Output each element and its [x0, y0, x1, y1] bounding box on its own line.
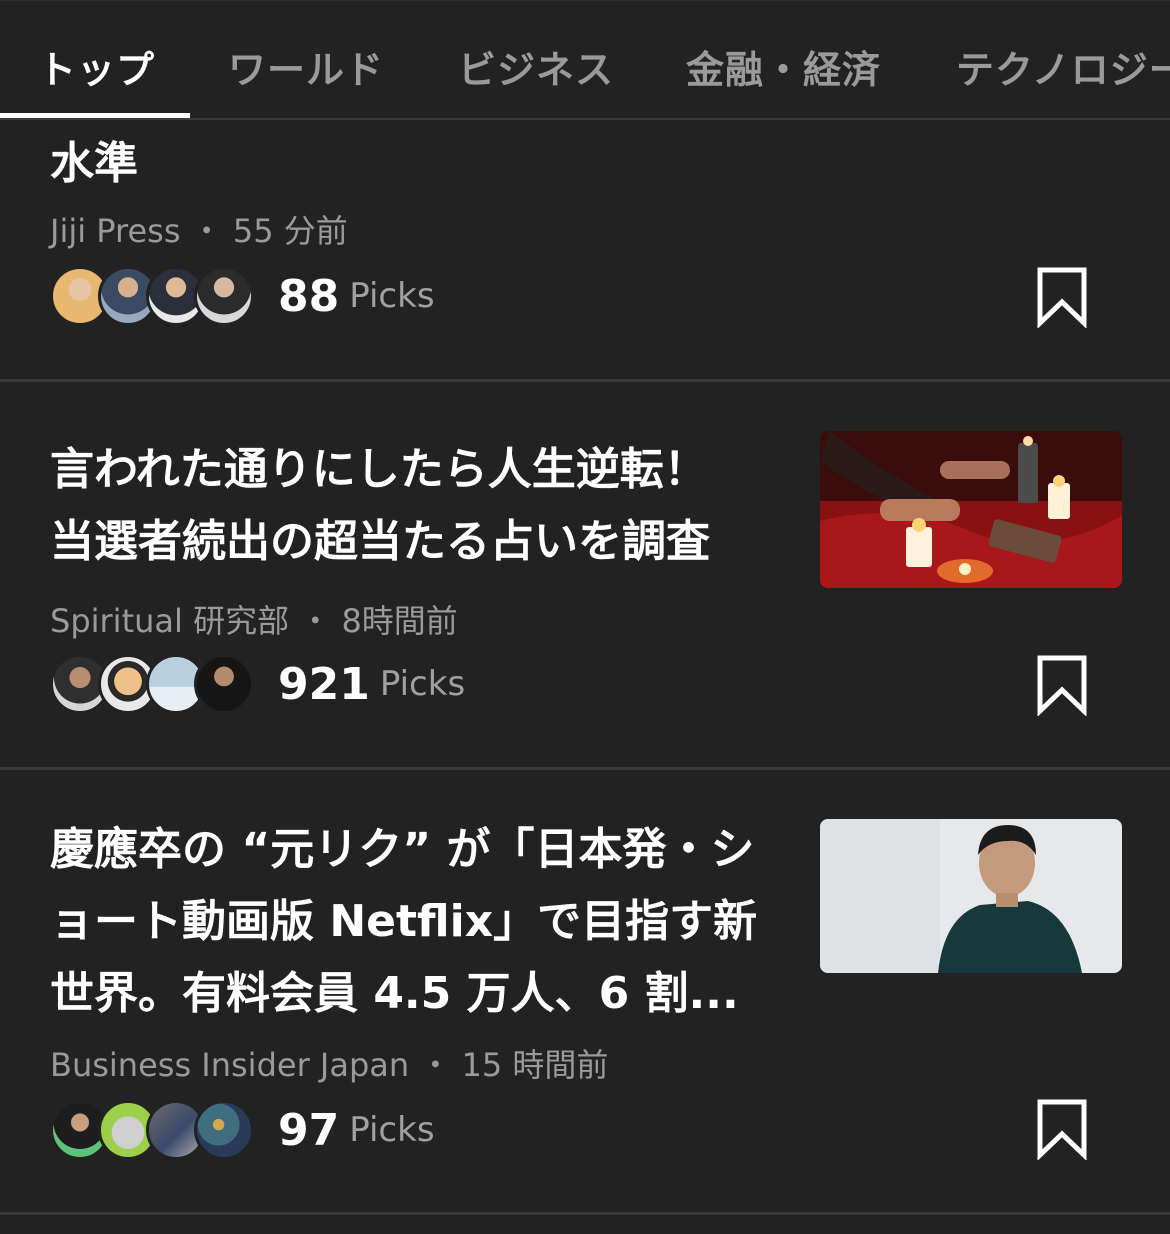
article-thumbnail[interactable] — [820, 819, 1122, 973]
picks-count: 88 — [278, 270, 340, 322]
title-line: 当選者続出の超当たる占いを調査 — [50, 516, 710, 567]
title-line: ョート動画版 Netflix」で目指す新 — [50, 896, 758, 947]
avatar[interactable] — [194, 1100, 254, 1160]
tab-finance-economy[interactable]: 金融・経済 — [686, 39, 881, 94]
tab-business[interactable]: ビジネス — [458, 39, 614, 94]
article-title[interactable]: 言われた通りにしたら人生逆転！ 当選者続出の超当たる占いを調査 — [50, 434, 710, 578]
article-meta: Spiritual 研究部 ・ 8時間前 — [50, 596, 458, 642]
bookmark-icon[interactable] — [1034, 1098, 1090, 1160]
article-source[interactable]: Business Insider Japan — [50, 1046, 409, 1084]
article-title[interactable]: 水準 — [50, 128, 138, 200]
article-source[interactable]: Spiritual 研究部 — [50, 602, 289, 640]
active-tab-indicator — [0, 113, 190, 118]
avatar[interactable] — [194, 654, 254, 714]
picks-row[interactable]: 921 Picks — [50, 654, 465, 714]
title-line: 世界。有料会員 4.5 万人、6 割... — [50, 968, 739, 1019]
title-line: 水準 — [50, 138, 138, 189]
picks-label: Picks — [349, 276, 435, 316]
avatar[interactable] — [194, 266, 254, 326]
article-thumbnail[interactable] — [820, 431, 1122, 588]
article-divider — [0, 379, 1170, 382]
article-time: 55 分前 — [232, 212, 348, 250]
picks-label: Picks — [349, 1110, 435, 1150]
meta-separator: ・ — [190, 212, 223, 250]
meta-separator: ・ — [419, 1046, 452, 1084]
picks-count: 921 — [278, 658, 370, 710]
article-time: 8時間前 — [341, 602, 458, 640]
article-meta: Business Insider Japan ・ 15 時間前 — [50, 1040, 608, 1086]
article-meta: Jiji Press ・ 55 分前 — [50, 206, 348, 252]
title-line: 言われた通りにしたら人生逆転！ — [50, 444, 708, 495]
picks-count: 97 — [278, 1104, 340, 1156]
article-source[interactable]: Jiji Press — [50, 212, 181, 250]
bookmark-icon[interactable] — [1034, 654, 1090, 716]
bookmark-icon[interactable] — [1034, 266, 1090, 328]
tab-world[interactable]: ワールド — [228, 39, 384, 94]
tab-top[interactable]: トップ — [38, 39, 155, 94]
article-title[interactable]: 慶應卒の “元リク” が「日本発・シ ョート動画版 Netflix」で目指す新 … — [50, 814, 757, 1030]
article-divider — [0, 1212, 1170, 1215]
picks-label: Picks — [379, 664, 466, 704]
article-time: 15 時間前 — [461, 1046, 609, 1084]
fortune-cards-candles-image — [820, 431, 1122, 588]
category-tab-bar: トップ ワールド ビジネス 金融・経済 テクノロジー — [0, 0, 1170, 120]
meta-separator: ・ — [299, 602, 332, 640]
picker-avatars — [50, 654, 260, 714]
title-line: 慶應卒の “元リク” が「日本発・シ — [50, 824, 755, 875]
man-portrait-image — [820, 819, 1122, 973]
tab-technology[interactable]: テクノロジー — [956, 39, 1170, 94]
picker-avatars — [50, 1100, 260, 1160]
picks-row[interactable]: 88 Picks — [50, 266, 435, 326]
article-divider — [0, 767, 1170, 770]
picker-avatars — [50, 266, 260, 326]
picks-row[interactable]: 97 Picks — [50, 1100, 435, 1160]
